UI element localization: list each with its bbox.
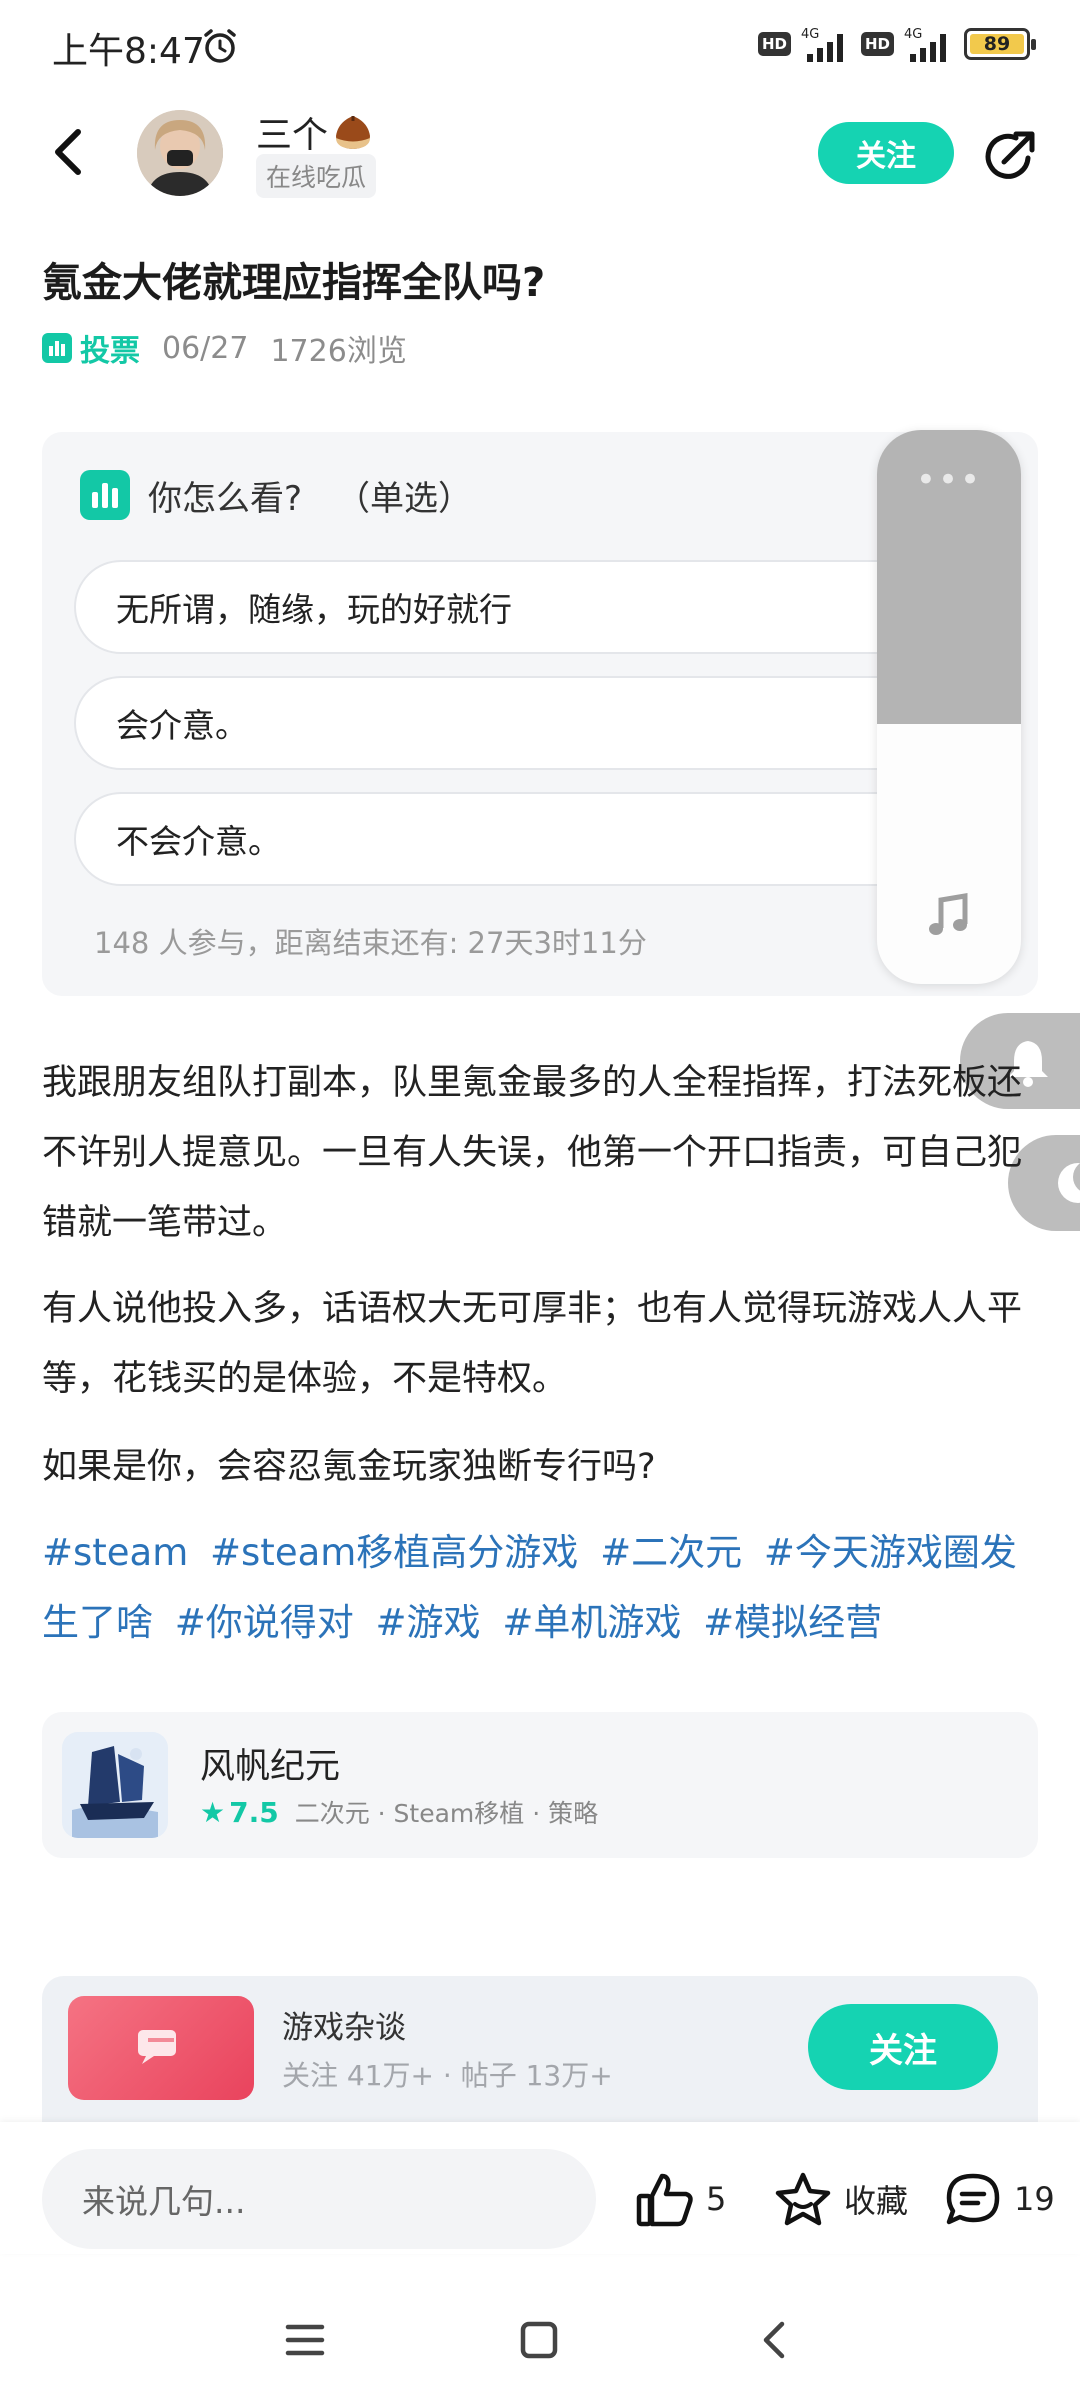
bottom-action-bar: 来说几句... 5 收藏 19 bbox=[0, 2122, 1080, 2254]
post-type-badge[interactable]: 投票 bbox=[42, 326, 140, 370]
circle-cover bbox=[68, 1996, 254, 2100]
post-meta: 投票 06/27 1726浏览 bbox=[42, 326, 407, 370]
author-name[interactable]: 三个 bbox=[256, 106, 374, 158]
network-type-1: 4G bbox=[801, 27, 819, 42]
like-button[interactable]: 5 bbox=[634, 2170, 726, 2228]
network-type-2: 4G bbox=[904, 27, 922, 42]
cellular-signal-icon-2: 4G bbox=[904, 27, 946, 62]
thumbs-up-icon bbox=[636, 2173, 693, 2227]
comment-icon bbox=[946, 2173, 1000, 2225]
post-paragraph: 如果是你，会容忍氪金玩家独断专行吗? bbox=[42, 1447, 656, 1487]
chestnut-emoji-icon bbox=[336, 116, 371, 149]
battery-indicator: 89 bbox=[964, 28, 1036, 60]
share-icon[interactable] bbox=[982, 128, 1042, 184]
game-meta: ★ 7.5 二次元 · Steam移植 · 策略 bbox=[200, 1794, 598, 1830]
poll-mode: （单选） bbox=[336, 478, 473, 519]
poll-option[interactable]: 无所谓，随缘，玩的好就行 bbox=[74, 560, 994, 654]
hashtag-link[interactable]: #steam移植高分游戏 bbox=[210, 1531, 578, 1574]
bar-chart-icon bbox=[42, 333, 72, 363]
post-paragraph: 我跟朋友组队打副本，队里氪金最多的人全程指挥，打法死板还不许别人提意见。一旦有人… bbox=[42, 1063, 1023, 1243]
circle-name: 游戏杂谈 bbox=[282, 2010, 406, 2046]
alarm-clock-icon bbox=[204, 29, 236, 63]
cellular-signal-icon: 4G bbox=[801, 27, 843, 62]
avatar[interactable] bbox=[137, 110, 223, 196]
menu-icon[interactable] bbox=[284, 2320, 326, 2360]
game-icon bbox=[62, 1732, 168, 1838]
home-icon[interactable] bbox=[519, 2320, 559, 2360]
back-arrow-icon[interactable] bbox=[44, 124, 92, 180]
more-dots-icon[interactable]: ••• bbox=[877, 460, 1021, 500]
music-note-icon[interactable] bbox=[925, 892, 971, 938]
post-paragraph: 有人说他投入多，话语权大无可厚非；也有人觉得玩游戏人人平等，花钱买的是体验，不是… bbox=[42, 1289, 1023, 1399]
game-card[interactable]: 风帆纪元 ★ 7.5 二次元 · Steam移植 · 策略 bbox=[42, 1712, 1038, 1858]
poll-header: 你怎么看? （单选） bbox=[80, 470, 472, 520]
post-date: 06/27 bbox=[162, 330, 249, 366]
follow-circle-button[interactable]: 关注 bbox=[808, 2004, 998, 2090]
status-indicators: HD 4G HD 4G 89 bbox=[757, 24, 1036, 64]
poll-option[interactable]: 不会介意。 bbox=[74, 792, 994, 886]
favorite-label: 收藏 bbox=[844, 2182, 909, 2220]
favorite-button[interactable]: 收藏 bbox=[772, 2170, 908, 2228]
hd-badge: HD bbox=[757, 32, 791, 56]
circle-stats: 关注 41万+ · 帖子 13万+ bbox=[282, 2059, 613, 2092]
bar-chart-icon bbox=[80, 470, 130, 520]
hd-badge-2: HD bbox=[860, 32, 894, 56]
comment-count: 19 bbox=[1014, 2180, 1055, 2218]
circle-card[interactable]: 游戏杂谈 关注 41万+ · 帖子 13万+ 关注 bbox=[42, 1976, 1038, 2122]
author-tag: 在线吃瓜 bbox=[256, 154, 377, 198]
hashtag-link[interactable]: #二次元 bbox=[600, 1531, 742, 1574]
poll-question: 你怎么看? bbox=[148, 478, 303, 519]
star-icon: ★ bbox=[200, 1795, 226, 1829]
hashtag-link[interactable]: #你说得对 bbox=[175, 1601, 354, 1644]
moon-icon bbox=[1058, 1163, 1080, 1203]
poll-option[interactable]: 会介意。 bbox=[74, 676, 994, 770]
hashtag-link[interactable]: #模拟经营 bbox=[703, 1601, 882, 1644]
poll-footer: 148 人参与，距离结束还有: 27天3时11分 bbox=[94, 926, 647, 960]
floating-music-widget[interactable]: ••• bbox=[877, 430, 1021, 984]
status-time: 上午8:47 bbox=[52, 31, 205, 72]
battery-level: 89 bbox=[983, 33, 1011, 55]
post-type-label: 投票 bbox=[80, 334, 140, 369]
like-count: 5 bbox=[706, 2180, 727, 2218]
post-views: 1726浏览 bbox=[270, 334, 407, 369]
avatar-image bbox=[137, 110, 223, 196]
system-nav-bar bbox=[0, 2300, 1080, 2400]
chat-bubble-icon bbox=[138, 2030, 176, 2064]
hashtag-link[interactable]: #steam bbox=[42, 1531, 188, 1574]
game-score: 7.5 bbox=[229, 1795, 279, 1829]
follow-author-button[interactable]: 关注 bbox=[818, 122, 954, 184]
comment-button[interactable]: 19 bbox=[942, 2170, 1055, 2228]
back-nav-icon[interactable] bbox=[756, 2318, 790, 2362]
post-title: 氪金大佬就理应指挥全队吗? bbox=[42, 260, 546, 306]
star-icon bbox=[775, 2172, 831, 2226]
sailing-ship-icon bbox=[62, 1732, 168, 1838]
hashtag-link[interactable]: #单机游戏 bbox=[502, 1601, 681, 1644]
game-name: 风帆纪元 bbox=[200, 1747, 341, 1787]
hashtag-link[interactable]: #游戏 bbox=[376, 1601, 481, 1644]
status-bar: 上午8:47 HD 4G HD 4G 89 bbox=[0, 0, 1080, 92]
comment-input[interactable]: 来说几句... bbox=[42, 2149, 596, 2249]
author-name-text: 三个 bbox=[256, 115, 329, 156]
hashtag-list: #steam #steam移植高分游戏 #二次元 #今天游戏圈发生了啥 #你说得… bbox=[42, 1518, 1052, 1658]
game-tags: 二次元 · Steam移植 · 策略 bbox=[294, 1799, 599, 1828]
